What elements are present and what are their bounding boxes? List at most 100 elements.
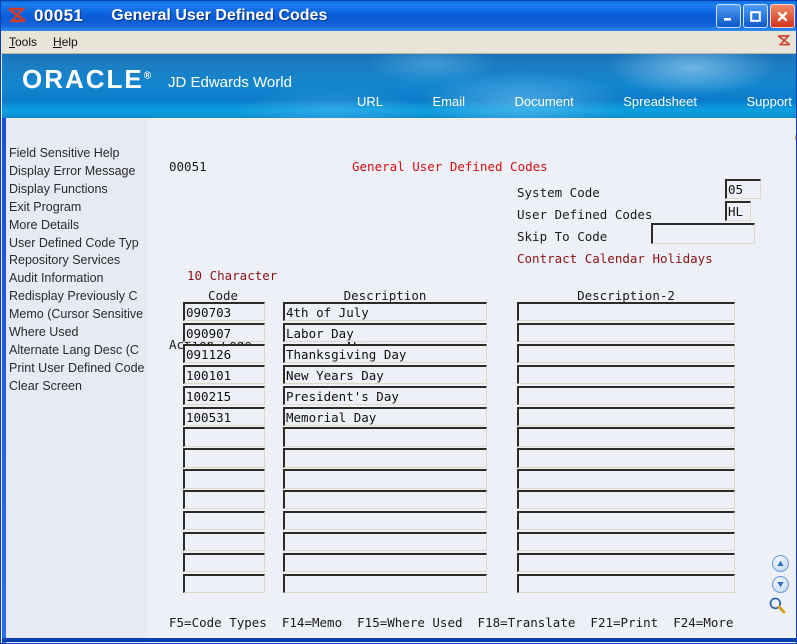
sidebar-item-user-defined-code-types[interactable]: User Defined Code Typ <box>9 235 147 253</box>
grid-cell-description-2-input[interactable] <box>519 387 734 405</box>
grid-cell-code[interactable] <box>183 427 265 447</box>
grid-cell-code-input[interactable] <box>185 429 264 447</box>
grid-cell-description-input[interactable] <box>285 408 486 426</box>
skip-to-code-field[interactable] <box>651 223 755 244</box>
grid-cell-description-2[interactable] <box>517 448 735 468</box>
grid-cell-description[interactable] <box>283 427 487 447</box>
sidebar-item-more-details[interactable]: More Details <box>9 217 147 235</box>
menu-item-help[interactable]: Help <box>45 34 86 50</box>
grid-cell-description-2-input[interactable] <box>519 325 734 342</box>
grid-cell-code-input[interactable] <box>185 492 264 509</box>
grid-cell-code-input[interactable] <box>185 450 264 467</box>
grid-cell-code-input[interactable] <box>185 367 264 384</box>
sidebar-item-memo-cursor-sensitive[interactable]: Memo (Cursor Sensitive <box>9 306 147 324</box>
grid-cell-description-2-input[interactable] <box>519 367 734 384</box>
grid-cell-description-2[interactable] <box>517 531 735 552</box>
grid-cell-code[interactable] <box>183 511 265 531</box>
banner-link-spreadsheet[interactable]: Spreadsheet <box>623 94 697 109</box>
grid-cell-description[interactable] <box>283 364 487 385</box>
sidebar-item-exit-program[interactable]: Exit Program <box>9 199 147 217</box>
grid-cell-description-2[interactable] <box>517 511 735 531</box>
grid-cell-description[interactable] <box>283 406 487 426</box>
grid-cell-description[interactable] <box>283 531 487 552</box>
skip-to-code-input[interactable] <box>653 225 754 243</box>
grid-cell-description-2[interactable] <box>517 490 735 510</box>
grid-cell-code[interactable] <box>183 343 265 364</box>
grid-cell-code[interactable] <box>183 364 265 385</box>
grid-cell-description-input[interactable] <box>285 429 486 447</box>
sidebar-item-alternate-lang-desc[interactable]: Alternate Lang Desc (C <box>9 342 147 360</box>
grid-cell-description[interactable] <box>283 490 487 510</box>
grid-cell-description-2-input[interactable] <box>519 471 734 488</box>
grid-cell-description-2-input[interactable] <box>519 513 734 530</box>
banner-link-email[interactable]: Email <box>433 94 466 109</box>
grid-cell-description-input[interactable] <box>285 450 486 467</box>
grid-cell-description-2-input[interactable] <box>519 408 734 426</box>
grid-cell-code-input[interactable] <box>185 555 264 572</box>
grid-cell-description-input[interactable] <box>285 325 486 342</box>
grid-cell-description[interactable] <box>283 322 487 343</box>
grid-cell-code[interactable] <box>183 531 265 552</box>
grid-cell-description-2[interactable] <box>517 427 735 447</box>
grid-cell-code-input[interactable] <box>185 513 264 530</box>
sidebar-item-display-functions[interactable]: Display Functions <box>9 181 147 199</box>
grid-cell-description-2-input[interactable] <box>519 534 734 551</box>
grid-cell-description-2-input[interactable] <box>519 429 734 447</box>
grid-cell-description-input[interactable] <box>285 492 486 509</box>
system-code-input[interactable] <box>727 181 760 198</box>
grid-cell-description-2[interactable] <box>517 302 735 322</box>
grid-cell-description-2-input[interactable] <box>519 346 734 363</box>
grid-cell-description-2-input[interactable] <box>519 304 734 321</box>
close-button[interactable] <box>770 4 795 28</box>
grid-cell-description-2[interactable] <box>517 573 735 594</box>
grid-cell-description[interactable] <box>283 343 487 364</box>
grid-cell-description[interactable] <box>283 511 487 531</box>
grid-cell-description-2[interactable] <box>517 385 735 405</box>
system-code-field[interactable] <box>725 179 761 199</box>
grid-cell-description[interactable] <box>283 552 487 573</box>
user-defined-codes-field[interactable] <box>725 201 751 221</box>
grid-cell-code-input[interactable] <box>185 325 264 342</box>
grid-cell-description-input[interactable] <box>285 471 486 488</box>
grid-cell-description-input[interactable] <box>285 576 486 593</box>
sidebar-item-redisplay-previously[interactable]: Redisplay Previously C <box>9 288 147 306</box>
grid-cell-description[interactable] <box>283 302 487 322</box>
page-down-icon[interactable] <box>772 576 789 593</box>
grid-cell-code[interactable] <box>183 302 265 322</box>
grid-cell-description[interactable] <box>283 469 487 489</box>
grid-cell-description-2[interactable] <box>517 343 735 364</box>
sidebar-item-print-user-defined-codes[interactable]: Print User Defined Code <box>9 360 147 378</box>
grid-cell-code[interactable] <box>183 552 265 573</box>
grid-cell-description-input[interactable] <box>285 304 486 321</box>
grid-cell-description-input[interactable] <box>285 513 486 530</box>
grid-cell-description[interactable] <box>283 385 487 405</box>
grid-cell-code[interactable] <box>183 573 265 594</box>
grid-cell-code[interactable] <box>183 469 265 489</box>
grid-cell-code[interactable] <box>183 385 265 405</box>
sidebar-item-where-used[interactable]: Where Used <box>9 324 147 342</box>
sidebar-item-display-error-message[interactable]: Display Error Message <box>9 163 147 181</box>
grid-cell-description-2-input[interactable] <box>519 450 734 467</box>
grid-cell-description[interactable] <box>283 573 487 594</box>
banner-link-url[interactable]: URL <box>357 94 383 109</box>
grid-cell-code-input[interactable] <box>185 576 264 593</box>
minimize-button[interactable] <box>716 4 741 28</box>
menu-item-tools[interactable]: TToolsools <box>1 34 45 50</box>
page-up-icon[interactable] <box>772 555 789 572</box>
sidebar-item-field-sensitive-help[interactable]: Field Sensitive Help <box>9 145 147 163</box>
sidebar-item-clear-screen[interactable]: Clear Screen <box>9 378 147 396</box>
grid-cell-description-2[interactable] <box>517 552 735 573</box>
grid-cell-description-2[interactable] <box>517 364 735 385</box>
grid-cell-code-input[interactable] <box>185 408 264 426</box>
grid-cell-code[interactable] <box>183 322 265 343</box>
grid-cell-code-input[interactable] <box>185 387 264 405</box>
grid-cell-description-input[interactable] <box>285 367 486 384</box>
banner-link-support[interactable]: Support <box>746 94 792 109</box>
grid-cell-description-input[interactable] <box>285 555 486 572</box>
user-defined-codes-input[interactable] <box>727 203 750 220</box>
grid-cell-description-2-input[interactable] <box>519 492 734 509</box>
grid-cell-description-2-input[interactable] <box>519 576 734 593</box>
grid-cell-code[interactable] <box>183 448 265 468</box>
grid-cell-code[interactable] <box>183 406 265 426</box>
sidebar-item-repository-services[interactable]: Repository Services <box>9 252 147 270</box>
